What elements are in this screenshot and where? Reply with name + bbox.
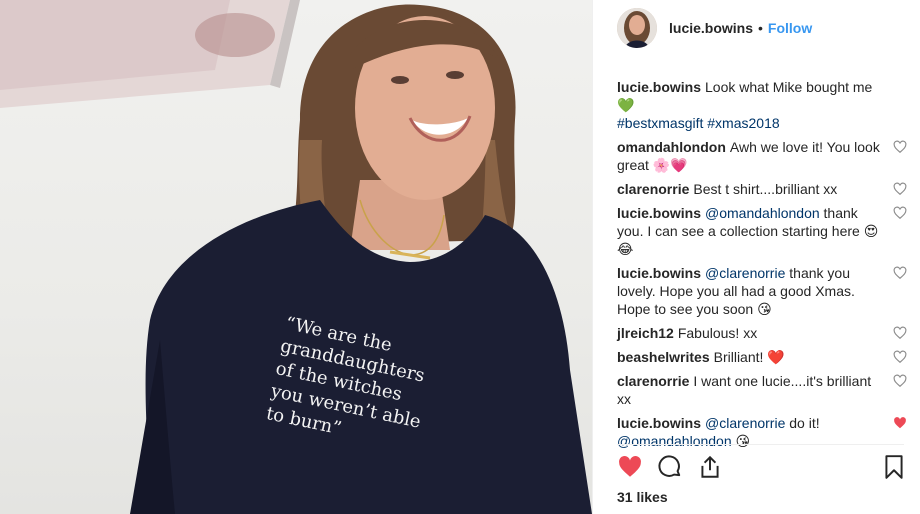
comment-text: Fabulous! xx <box>677 325 758 341</box>
share-icon[interactable] <box>697 454 723 480</box>
comment-item: omandahlondon Awh we love it! You look gr… <box>617 138 907 174</box>
post-sidebar: lucie.bowins • Follow lucie.bowins Look w… <box>592 0 920 514</box>
comment-text: 😘 <box>735 433 751 449</box>
comment-username[interactable]: lucie.bowins <box>617 79 701 95</box>
post-actions <box>617 454 907 484</box>
comment-item: beashelwrites Brilliant! ❤️ <box>617 348 907 366</box>
heart-outline-icon[interactable] <box>893 206 907 220</box>
separator-dot: • <box>758 20 763 36</box>
photo-illustration <box>0 0 592 514</box>
heart-filled-icon[interactable] <box>893 416 907 430</box>
post-photo: “We are the granddaughters of the witche… <box>0 0 592 514</box>
comment-username[interactable]: jlreich12 <box>617 325 674 341</box>
comment-username[interactable]: clarenorrie <box>617 373 689 389</box>
likes-count[interactable]: 31 likes <box>617 489 668 505</box>
comment-username[interactable]: beashelwrites <box>617 349 710 365</box>
comment-username[interactable]: lucie.bowins <box>617 205 701 221</box>
comment-item: clarenorrie Best t shirt....brilliant xx <box>617 180 907 198</box>
heart-outline-icon[interactable] <box>893 374 907 388</box>
comment-icon[interactable] <box>657 454 683 480</box>
heart-outline-icon[interactable] <box>893 350 907 364</box>
comment-username[interactable]: lucie.bowins <box>617 415 701 431</box>
comment-mention[interactable]: @clarenorrie <box>705 265 785 281</box>
comment-item: lucie.bowins @omandahlondon thank you. I … <box>617 204 907 258</box>
heart-outline-icon[interactable] <box>893 140 907 154</box>
comments-list: lucie.bowins Look what Mike bought me 💚 #… <box>617 78 907 456</box>
heart-outline-icon[interactable] <box>893 326 907 340</box>
bookmark-icon[interactable] <box>881 454 907 480</box>
comment-text: do it! <box>789 415 820 431</box>
comment-text: Best t shirt....brilliant xx <box>693 181 838 197</box>
comment-mention[interactable]: @omandahlondon <box>705 205 820 221</box>
comment-mention[interactable]: @omandahlondon <box>617 433 732 449</box>
comment-username[interactable]: clarenorrie <box>617 181 689 197</box>
comment-item: clarenorrie I want one lucie....it's bril… <box>617 372 907 408</box>
post-author-username[interactable]: lucie.bowins <box>669 20 753 36</box>
avatar[interactable] <box>617 8 657 48</box>
post-header: lucie.bowins • Follow <box>593 0 920 56</box>
comment-item: lucie.bowins @clarenorrie thank you lovel… <box>617 264 907 318</box>
comment-text: Brilliant! ❤️ <box>713 349 785 365</box>
heart-icon[interactable] <box>617 454 643 480</box>
divider <box>617 444 904 445</box>
follow-button[interactable]: Follow <box>768 20 812 36</box>
comment-username[interactable]: lucie.bowins <box>617 265 701 281</box>
post-caption: lucie.bowins Look what Mike bought me 💚 #… <box>617 78 907 132</box>
comment-item: jlreich12 Fabulous! xx <box>617 324 907 342</box>
heart-outline-icon[interactable] <box>893 266 907 280</box>
comment-mention[interactable]: @clarenorrie <box>705 415 785 431</box>
heart-outline-icon[interactable] <box>893 182 907 196</box>
comment-username[interactable]: omandahlondon <box>617 139 726 155</box>
hashtags[interactable]: #bestxmasgift #xmas2018 <box>617 115 780 131</box>
